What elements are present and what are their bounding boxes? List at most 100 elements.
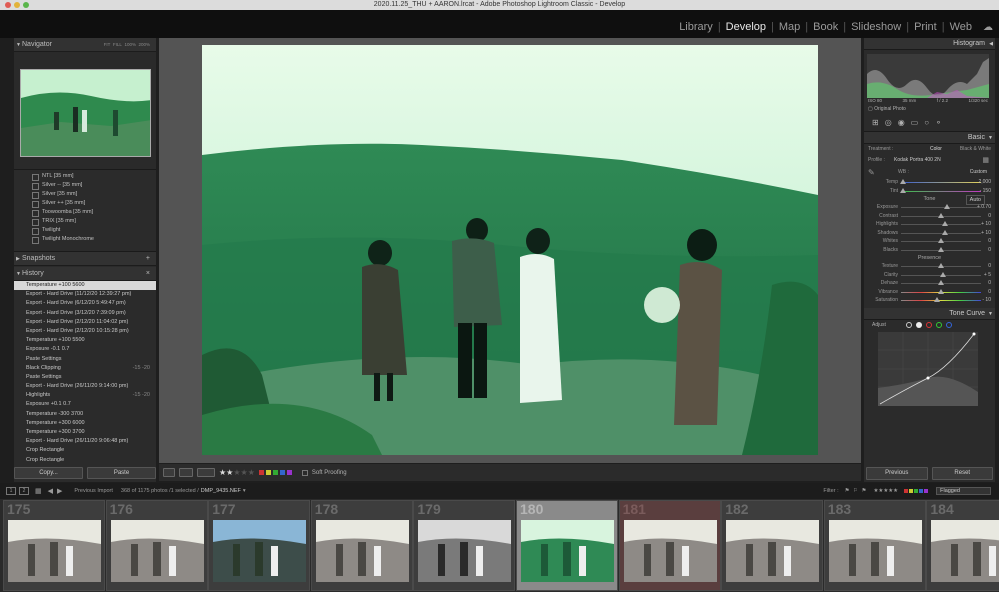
collapse-triangle-icon[interactable]: ▼ [988,132,993,144]
slider-value[interactable]: - 10 [982,296,991,305]
loupe-view-icon[interactable] [163,468,175,477]
slider-value[interactable]: 0 [988,237,991,246]
basic-header[interactable]: Basic ▼ [864,132,995,144]
filmstrip-thumbnail[interactable]: 180 [516,500,618,591]
filter-preset-select[interactable]: Flagged [936,487,991,495]
slider-vibrance[interactable]: Vibrance 0 [864,288,995,297]
slider-value[interactable]: 0 [988,262,991,271]
history-header[interactable]: ▼ History × [14,267,156,281]
thumbnail-image[interactable] [828,520,922,582]
tone-curve-header[interactable]: Tone Curve ▼ [864,307,995,320]
spot-removal-icon[interactable]: ◎ [885,118,892,127]
filmstrip-thumbnail[interactable]: 184 [926,500,999,591]
history-item[interactable]: Temperature -300 3700 [14,410,156,419]
history-item[interactable]: Black Clipping -15 -20 [14,364,156,373]
star-icon[interactable]: ★ [241,468,248,477]
clear-history-icon[interactable]: × [146,267,150,281]
slider-dehaze[interactable]: Dehaze 0 [864,279,995,288]
module-web[interactable]: Web [945,21,977,33]
label-green-icon[interactable] [272,470,278,475]
color-filter[interactable] [904,489,929,493]
history-item[interactable]: Crop Rectangle [14,456,156,465]
before-after-icon[interactable] [197,468,215,477]
treatment-color[interactable]: Color [930,146,942,152]
label-blue-icon[interactable] [279,470,285,475]
slider-handle[interactable] [942,221,948,226]
crop-tool-icon[interactable]: ⊞ [872,118,879,127]
thumbnail-image[interactable] [8,520,101,582]
filmstrip-thumbnail[interactable]: 179 [413,500,516,591]
reset-button[interactable]: Reset [931,467,993,480]
slider-track[interactable] [901,182,981,183]
compare-view-icon[interactable] [179,468,193,477]
thumbnail-image[interactable] [623,520,717,582]
slider-value[interactable]: 0 [988,288,991,297]
history-item[interactable]: Export - Hard Drive (26/11/20 9:14:00 pm… [14,382,156,391]
previous-button[interactable]: Previous [866,467,928,480]
green-channel-icon[interactable] [935,321,942,328]
slider-contrast[interactable]: Contrast 0 [864,212,995,221]
preset-item[interactable]: NTL [35 mm] [14,172,156,181]
original-photo-checkbox[interactable]: ▢ Original Photo [864,106,995,114]
slider-handle[interactable] [938,288,944,294]
history-item[interactable]: Export - Hard Drive (26/11/20 9:06:48 pm… [14,437,156,446]
snapshots-header[interactable]: ▶ Snapshots + [14,252,156,266]
slider-shadows[interactable]: Shadows + 10 [864,229,995,238]
slider-value[interactable]: 0 [988,279,991,288]
main-window-icon[interactable]: 1 [6,487,16,495]
filename-dropdown-icon[interactable]: ▾ [243,488,246,494]
wb-select[interactable]: Custom [970,169,987,175]
flag-filter-icons[interactable]: ⚑ ⚐ ⚑ [845,488,868,494]
label-purple-icon[interactable] [286,470,292,475]
history-item[interactable]: Paste Settings [14,373,156,382]
module-develop[interactable]: Develop [721,21,771,33]
history-item[interactable]: Temperature +100 5500 [14,336,156,345]
star-rating[interactable]: ★★★★★ [219,468,255,477]
history-item[interactable]: Highlights -15 -20 [14,391,156,400]
slider-value[interactable]: - 150 [980,187,991,196]
history-item[interactable]: Export - Hard Drive (2/12/20 11:04:02 pm… [14,318,156,327]
selected-filename[interactable]: DMP_9435.NEF [201,488,241,494]
slider-clarity[interactable]: Clarity + 5 [864,271,995,280]
slider-handle[interactable] [938,263,944,268]
preset-item[interactable]: Twilight [14,226,156,235]
slider-handle[interactable] [938,280,944,285]
thumbnail-image[interactable] [521,520,614,582]
histogram-graph[interactable]: ISO 80 35 mm f / 2.2 1/320 sec [864,50,995,106]
wb-eyedropper-icon[interactable]: ✎ [868,168,875,177]
label-yellow-icon[interactable] [265,470,271,475]
second-window-icon[interactable]: 2 [19,487,29,495]
redeye-icon[interactable]: ◉ [898,118,905,127]
slider-tint[interactable]: Tint - 150 [864,187,995,196]
histogram-header[interactable]: Histogram ◀ [864,38,995,50]
slider-value[interactable]: + 10 [981,220,991,229]
cloud-sync-icon[interactable]: ☁ [983,22,993,33]
soft-proofing-checkbox[interactable] [301,469,308,476]
history-item[interactable]: Export - Hard Drive (3/12/20 7:39:09 pm) [14,309,156,318]
slider-handle[interactable] [938,246,944,252]
module-slideshow[interactable]: Slideshow [846,21,906,33]
filmstrip-thumbnail[interactable]: 177 [208,500,311,591]
filmstrip-thumbnail[interactable]: 181 [618,500,721,591]
slider-track[interactable] [901,190,981,192]
slider-whites[interactable]: Whites 0 [864,237,995,246]
history-item[interactable]: Temperature +300 6000 [14,419,156,428]
navigator-thumbnail[interactable] [20,69,151,157]
slider-handle[interactable] [943,204,950,209]
close-button-icon[interactable] [5,2,11,8]
grid-view-icon[interactable]: ▦ [35,487,42,495]
main-photo[interactable] [202,45,818,455]
zoom-levels[interactable]: FIT FILL 100% 200% [104,38,150,52]
slider-track[interactable] [901,232,981,234]
preset-item[interactable]: Toowoomba [35 mm] [14,208,156,217]
zoom-100[interactable]: 100% [124,42,136,47]
slider-highlights[interactable]: Highlights + 10 [864,220,995,229]
module-library[interactable]: Library [674,21,718,33]
thumbnail-image[interactable] [726,520,820,582]
slider-value[interactable]: 0 [988,246,991,255]
filmstrip-thumbnail[interactable]: 182 [721,500,824,591]
preset-item[interactable]: Silver -- [35 mm] [14,181,156,190]
slider-track[interactable] [901,300,981,301]
slider-handle[interactable] [938,212,944,218]
red-channel-icon[interactable] [925,321,932,328]
